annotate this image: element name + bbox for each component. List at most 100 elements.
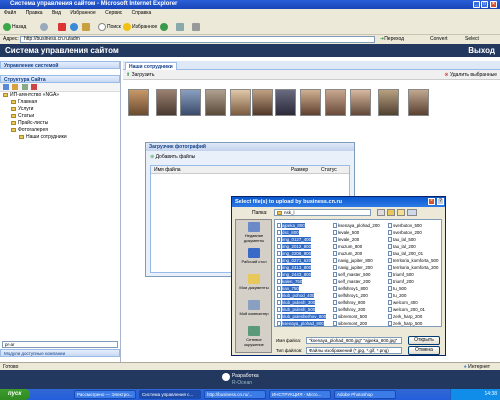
modules-panel-header[interactable]: Модули доступные компании — [0, 349, 120, 357]
file-item[interactable]: triumf_500 — [388, 271, 441, 278]
file-item[interactable]: levale_500 — [333, 229, 390, 236]
taskbar-item[interactable]: Adobe Photoshop — [334, 390, 396, 399]
stop-button[interactable] — [58, 22, 67, 32]
file-item[interactable]: sibremont_200 — [333, 320, 390, 326]
go-button[interactable]: ➜Переход — [380, 35, 404, 44]
file-item[interactable]: sibremont_500 — [333, 313, 390, 320]
file-item[interactable]: navig_jupiter_800 — [333, 257, 390, 264]
staff-photo-thumbnail[interactable] — [325, 89, 346, 116]
menu-help[interactable]: Справка — [132, 10, 152, 16]
menu-favorites[interactable]: Избранное — [70, 10, 95, 16]
refresh-button[interactable] — [70, 22, 79, 32]
file-item[interactable]: welcom_200_01 — [388, 306, 441, 313]
file-item[interactable]: dsc_800 — [277, 229, 334, 236]
file-item[interactable]: klub_pohod_400 — [277, 292, 334, 299]
cancel-button[interactable]: Отмена — [408, 346, 440, 355]
file-item[interactable]: muzum_200 — [333, 250, 390, 257]
staff-photo-thumbnail[interactable] — [378, 89, 399, 116]
col-size[interactable]: Размер — [291, 166, 308, 174]
file-item[interactable]: territoria_komforta_200 — [388, 264, 441, 271]
exit-link[interactable]: Выход — [468, 46, 495, 55]
file-item[interactable]: welcom_400 — [388, 299, 441, 306]
address-input[interactable]: http://business.cn.ru/adm — [20, 36, 375, 43]
file-item[interactable]: img_2012_800 — [277, 243, 334, 250]
upload-button[interactable]: ⬆ Загрузить — [126, 70, 154, 80]
file-item[interactable]: img_0127_400 — [277, 236, 334, 243]
print-button[interactable] — [192, 22, 201, 32]
staff-photo-thumbnail[interactable] — [300, 89, 321, 116]
file-item[interactable]: tu_200 — [388, 292, 441, 299]
staff-photo-thumbnail[interactable] — [252, 89, 273, 116]
file-item[interactable]: ajpeka_800 — [277, 222, 334, 229]
file-item[interactable]: kan_750 — [277, 285, 334, 292]
open-button[interactable]: Открыть — [408, 336, 440, 345]
file-item[interactable]: klub_pulesh_500 — [277, 306, 334, 313]
back-folder-icon[interactable] — [377, 209, 385, 216]
place-documents[interactable]: Мои документы — [237, 274, 271, 290]
staff-photo-thumbnail[interactable] — [128, 89, 149, 116]
developer-link[interactable]: R-Ocean — [232, 380, 252, 386]
file-item[interactable]: triumf_200 — [388, 278, 441, 285]
file-item[interactable]: self_master_200 — [333, 278, 390, 285]
file-item[interactable]: tau_lal_200 — [388, 243, 441, 250]
file-item[interactable]: img_2413_800 — [277, 264, 334, 271]
file-item[interactable]: zerk_harp_200 — [388, 313, 441, 320]
file-item[interactable]: img_0271_620 — [277, 257, 334, 264]
mail-button[interactable] — [176, 22, 185, 32]
col-status[interactable]: Статус — [321, 166, 337, 174]
file-item[interactable]: selfshroy_200 — [333, 306, 390, 313]
tree-item-pricelists[interactable]: Прайс-листы — [3, 120, 120, 127]
filename-input[interactable]: "ksenaya_plohad_800.jpg" "ajpeka_800.jpg… — [306, 337, 402, 344]
file-item[interactable]: tu_500 — [388, 285, 441, 292]
staff-photo-thumbnail[interactable] — [350, 89, 371, 116]
staff-photo-thumbnail[interactable] — [156, 89, 177, 116]
back-button[interactable]: Назад — [3, 22, 26, 32]
menu-view[interactable]: Вид — [52, 10, 61, 16]
place-computer[interactable]: Мой компьютер — [237, 300, 271, 316]
file-item[interactable]: tau_lal_200_01 — [388, 250, 441, 257]
favorites-button[interactable]: Избранное — [123, 22, 157, 32]
place-recent[interactable]: Недавние документы — [237, 222, 271, 243]
taskbar-item[interactable]: Система управления с... — [139, 390, 201, 399]
search-button[interactable]: Поиск — [98, 22, 121, 32]
menu-file[interactable]: Файл — [4, 10, 16, 16]
forward-button[interactable] — [40, 22, 49, 32]
clock[interactable]: 14:38 — [484, 391, 497, 397]
file-item[interactable]: selfshroy1_200 — [333, 292, 390, 299]
tree-item-main[interactable]: Главная — [3, 99, 120, 106]
staff-photo-thumbnail[interactable] — [408, 89, 429, 116]
file-item[interactable]: ksenaya_plohad_800 — [277, 320, 334, 326]
file-item[interactable]: self_master_500 — [333, 271, 390, 278]
staff-photo-thumbnail[interactable] — [180, 89, 201, 116]
tree-item-articles[interactable]: Статьи — [3, 113, 120, 120]
file-item[interactable]: klub_pulesherhov_800 — [277, 313, 334, 320]
select-button[interactable]: Select — [465, 35, 479, 44]
staff-photo-thumbnail[interactable] — [275, 89, 296, 116]
file-item[interactable]: sverbutov_200 — [388, 229, 441, 236]
menu-tools[interactable]: Сервис — [105, 10, 122, 16]
tree-item-staff[interactable]: Наши сотрудники — [3, 134, 120, 141]
maximize-button[interactable]: □ — [481, 1, 488, 8]
filter-input[interactable]: pr-ar — [2, 341, 118, 348]
tree-item-services[interactable]: Услуги — [3, 106, 120, 113]
delete-page-icon[interactable] — [31, 84, 38, 90]
file-item[interactable]: kalen_750 — [277, 278, 334, 285]
file-item[interactable]: sverbutov_500 — [388, 222, 441, 229]
tab-staff[interactable]: Наши сотрудники — [125, 62, 177, 70]
system-panel-header[interactable]: Управление системой — [0, 61, 120, 69]
staff-photo-thumbnail[interactable] — [230, 89, 251, 116]
file-item[interactable]: tau_lal_500 — [388, 236, 441, 243]
new-folder-icon[interactable] — [397, 209, 405, 216]
add-files-button[interactable]: ⊕ Добавить файлы — [150, 154, 195, 160]
move-page-icon[interactable] — [21, 84, 28, 90]
filetype-select[interactable]: Файлы изображений (*.jpg, *.gif, *.png) — [306, 347, 402, 354]
place-network[interactable]: Сетевое окружение — [237, 326, 271, 347]
structure-panel-header[interactable]: Структура Сайта — [0, 75, 120, 83]
dialog-close-button[interactable]: × — [428, 198, 435, 205]
convert-button[interactable]: Convert — [430, 35, 448, 44]
menu-edit[interactable]: Правка — [26, 10, 43, 16]
add-page-icon[interactable] — [3, 84, 9, 90]
file-item[interactable]: selfshroy1_800 — [333, 285, 390, 292]
file-item[interactable]: klub_pulesh_300 — [277, 299, 334, 306]
tree-item-root[interactable]: ИП-агентство «NGA» — [3, 92, 120, 99]
